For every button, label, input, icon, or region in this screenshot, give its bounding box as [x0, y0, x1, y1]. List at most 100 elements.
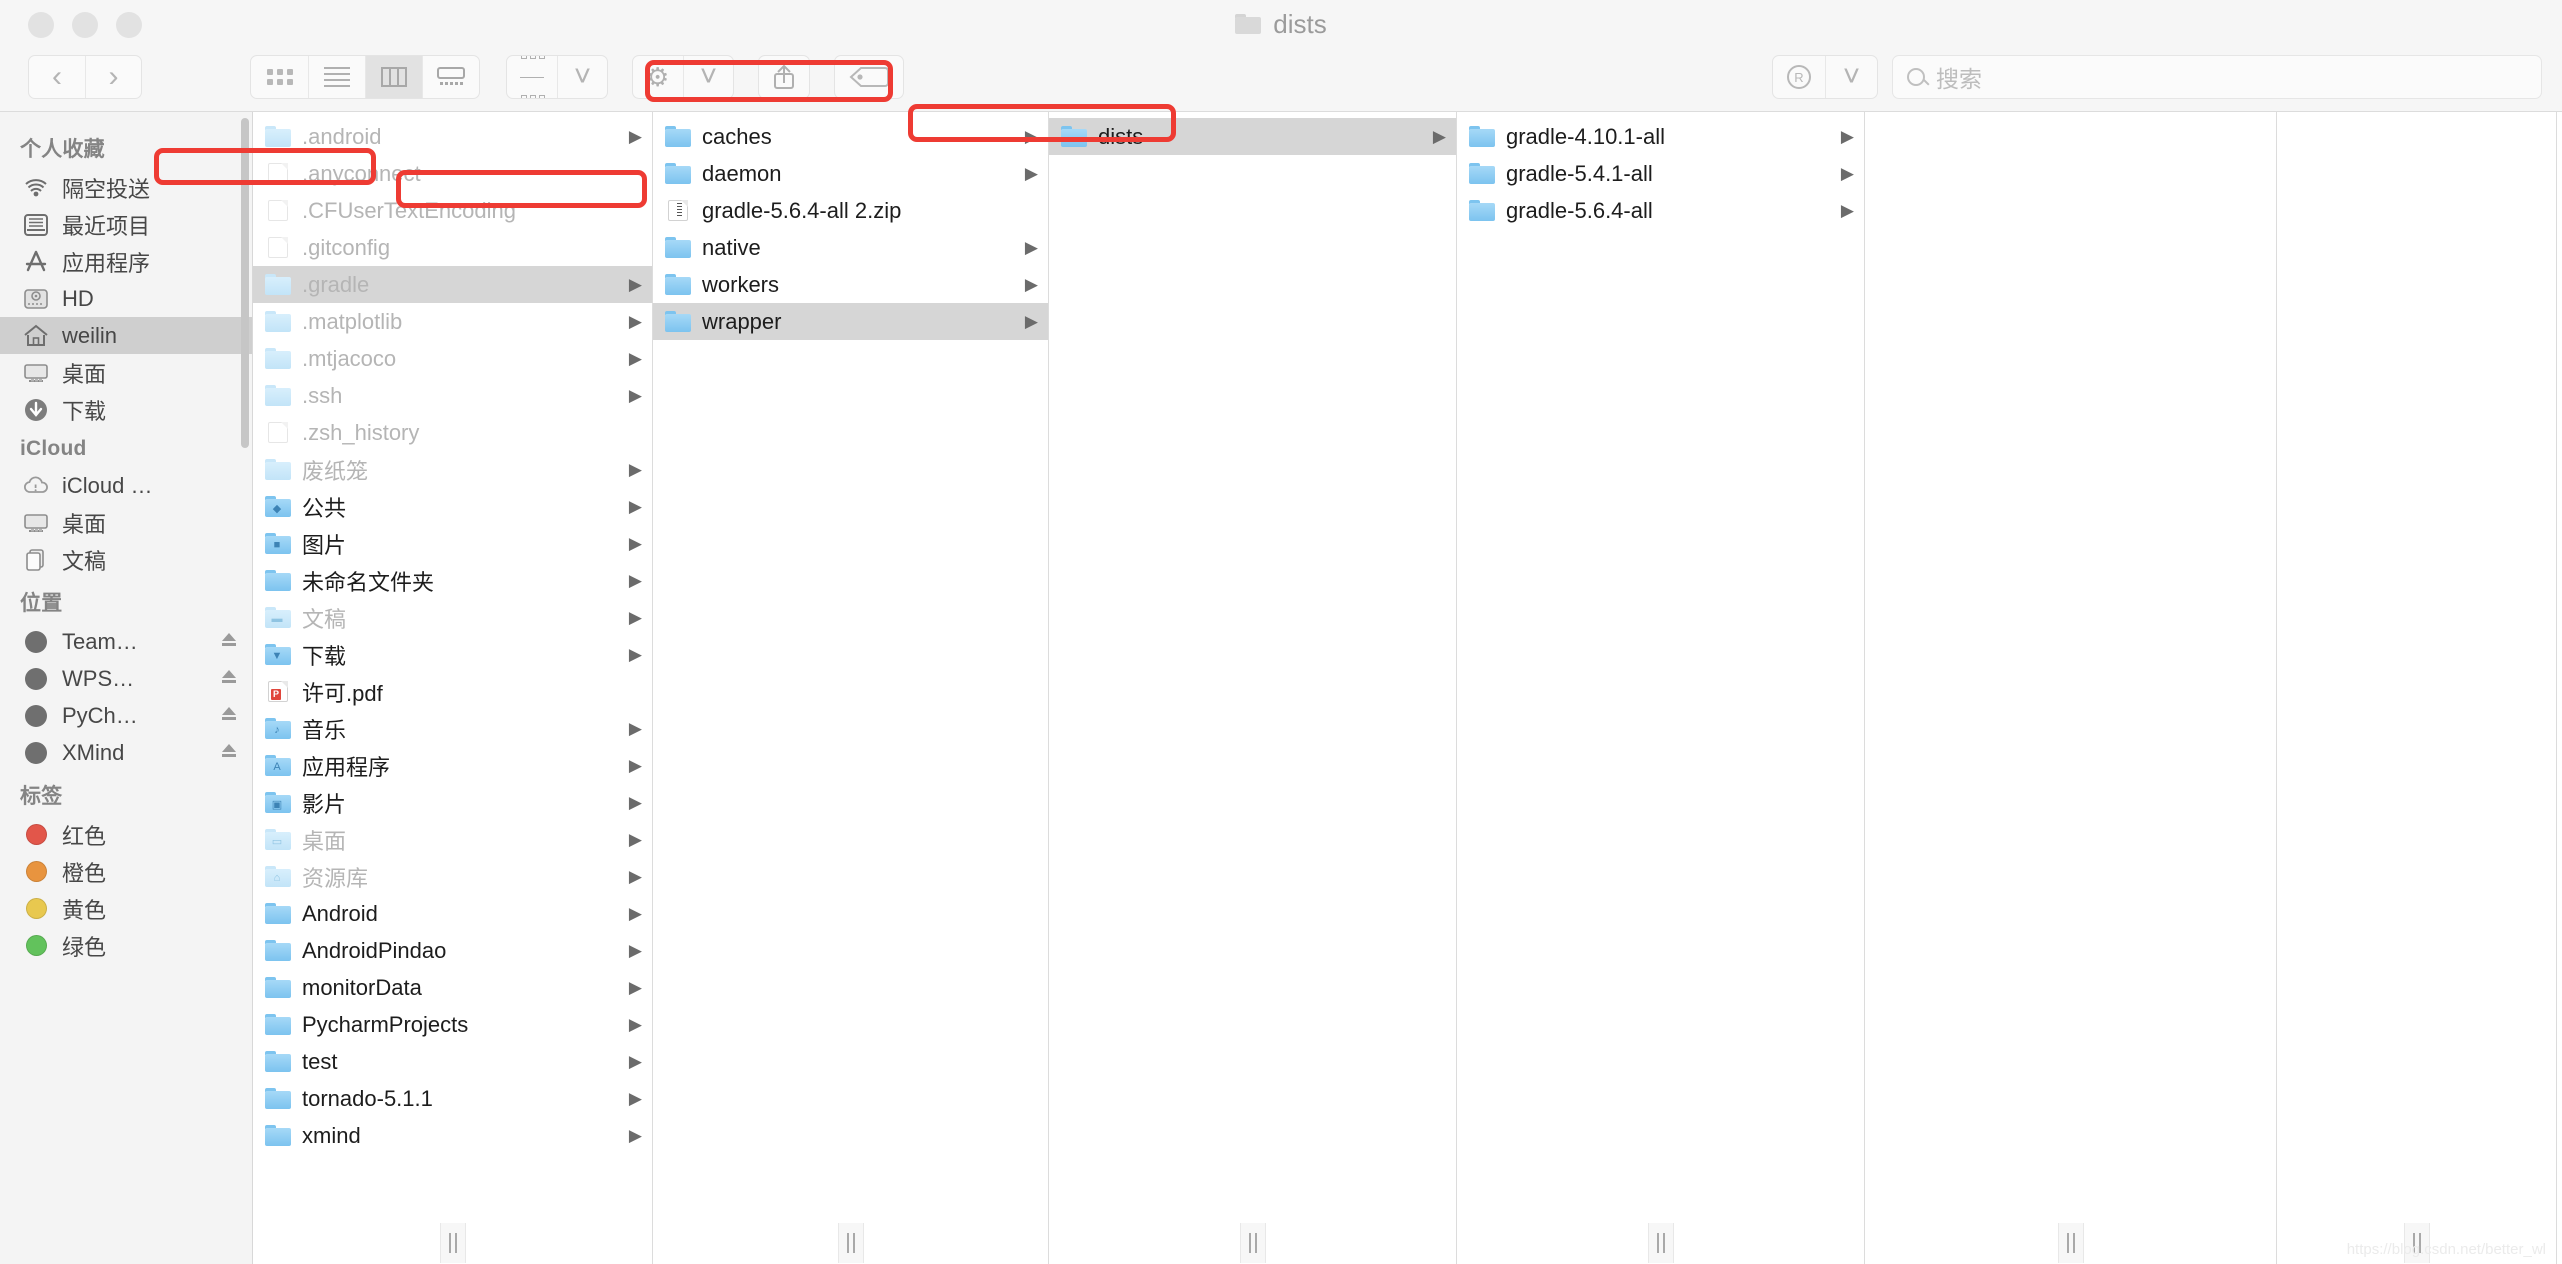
disclosure-triangle-icon[interactable]: ▶: [1025, 165, 1038, 182]
file-row[interactable]: test ▶: [253, 1043, 652, 1080]
sidebar-item-item[interactable]: 文稿: [0, 541, 252, 578]
disclosure-triangle-icon[interactable]: ▶: [1841, 202, 1854, 219]
sidebar-item-item[interactable]: 桌面: [0, 504, 252, 541]
disclosure-triangle-icon[interactable]: ▶: [629, 794, 642, 811]
file-row[interactable]: P 许可.pdf: [253, 673, 652, 710]
disclosure-triangle-icon[interactable]: ▶: [629, 276, 642, 293]
sidebar-item-item[interactable]: 黄色: [0, 890, 252, 927]
disclosure-triangle-icon[interactable]: ▶: [1025, 128, 1038, 145]
file-row[interactable]: wrapper ▶: [653, 303, 1048, 340]
file-row[interactable]: gradle-4.10.1-all ▶: [1457, 118, 1864, 155]
disclosure-triangle-icon[interactable]: ▶: [629, 979, 642, 996]
sidebar-item-item[interactable]: 桌面: [0, 354, 252, 391]
eject-icon[interactable]: [218, 740, 240, 765]
action-dropdown[interactable]: ˅: [683, 56, 733, 98]
file-row[interactable]: .CFUserTextEncoding: [253, 192, 652, 229]
file-row[interactable]: .matplotlib ▶: [253, 303, 652, 340]
action-gear-button[interactable]: ⚙: [633, 56, 683, 98]
file-row[interactable]: 废纸笼 ▶: [253, 451, 652, 488]
file-row[interactable]: ⌂ 资源库 ▶: [253, 858, 652, 895]
sidebar-item-item[interactable]: 橙色: [0, 853, 252, 890]
list-view-button[interactable]: [308, 56, 365, 98]
disclosure-triangle-icon[interactable]: ▶: [1025, 313, 1038, 330]
sidebar-item-item[interactable]: 应用程序: [0, 243, 252, 280]
file-row[interactable]: .anyconnect: [253, 155, 652, 192]
disclosure-triangle-icon[interactable]: ▶: [629, 572, 642, 589]
sidebar-item-hd[interactable]: HD: [0, 280, 252, 317]
arrange-dropdown[interactable]: ˅: [557, 56, 607, 98]
column-resize-handle[interactable]: [253, 1220, 652, 1264]
file-row[interactable]: ♪ 音乐 ▶: [253, 710, 652, 747]
file-row[interactable]: .android ▶: [253, 118, 652, 155]
arrange-by-button[interactable]: [507, 56, 557, 98]
disclosure-triangle-icon[interactable]: ▶: [629, 609, 642, 626]
file-row[interactable]: ◆ 公共 ▶: [253, 488, 652, 525]
share-button[interactable]: [759, 56, 809, 98]
recents-button[interactable]: R: [1773, 56, 1825, 98]
file-row[interactable]: ▬ 文稿 ▶: [253, 599, 652, 636]
sidebar-item-item[interactable]: 红色: [0, 816, 252, 853]
disclosure-triangle-icon[interactable]: ▶: [1025, 239, 1038, 256]
file-row[interactable]: Android ▶: [253, 895, 652, 932]
sidebar-item-team[interactable]: Team…: [0, 623, 252, 660]
disclosure-triangle-icon[interactable]: ▶: [1841, 165, 1854, 182]
column-view-button[interactable]: [365, 56, 422, 98]
column-resize-handle[interactable]: [1457, 1220, 1864, 1264]
disclosure-triangle-icon[interactable]: ▶: [1025, 276, 1038, 293]
file-row[interactable]: tornado-5.1.1 ▶: [253, 1080, 652, 1117]
disclosure-triangle-icon[interactable]: ▶: [629, 535, 642, 552]
file-row[interactable]: gradle-5.6.4-all ▶: [1457, 192, 1864, 229]
sidebar-item-weilin[interactable]: weilin: [0, 317, 252, 354]
file-row[interactable]: xmind ▶: [253, 1117, 652, 1154]
disclosure-triangle-icon[interactable]: ▶: [629, 757, 642, 774]
file-row[interactable]: gradle-5.6.4-all 2.zip: [653, 192, 1048, 229]
back-button[interactable]: ‹: [29, 56, 85, 98]
gallery-view-button[interactable]: [422, 56, 479, 98]
file-row[interactable]: PycharmProjects ▶: [253, 1006, 652, 1043]
file-row[interactable]: .zsh_history: [253, 414, 652, 451]
file-row[interactable]: ▭ 桌面 ▶: [253, 821, 652, 858]
disclosure-triangle-icon[interactable]: ▶: [629, 1053, 642, 1070]
disclosure-triangle-icon[interactable]: ▶: [629, 1090, 642, 1107]
file-row[interactable]: .ssh ▶: [253, 377, 652, 414]
file-row[interactable]: monitorData ▶: [253, 969, 652, 1006]
column-resize-handle[interactable]: [1865, 1220, 2276, 1264]
file-row[interactable]: workers ▶: [653, 266, 1048, 303]
file-row[interactable]: .mtjacoco ▶: [253, 340, 652, 377]
sidebar-item-item[interactable]: 最近项目: [0, 206, 252, 243]
file-row[interactable]: ▣ 影片 ▶: [253, 784, 652, 821]
icon-view-button[interactable]: [251, 56, 308, 98]
file-row[interactable]: caches ▶: [653, 118, 1048, 155]
column-resize-handle[interactable]: [653, 1220, 1048, 1264]
sidebar-item-xmind[interactable]: XMind: [0, 734, 252, 771]
file-row[interactable]: ▼ 下载 ▶: [253, 636, 652, 673]
sidebar-item-pych[interactable]: PyCh…: [0, 697, 252, 734]
eject-icon[interactable]: [218, 703, 240, 728]
file-row[interactable]: native ▶: [653, 229, 1048, 266]
disclosure-triangle-icon[interactable]: ▶: [629, 1127, 642, 1144]
file-row[interactable]: .gradle ▶: [253, 266, 652, 303]
disclosure-triangle-icon[interactable]: ▶: [629, 720, 642, 737]
file-row[interactable]: 未命名文件夹 ▶: [253, 562, 652, 599]
eject-icon[interactable]: [218, 629, 240, 654]
disclosure-triangle-icon[interactable]: ▶: [629, 831, 642, 848]
disclosure-triangle-icon[interactable]: ▶: [629, 1016, 642, 1033]
sidebar-item-icloud[interactable]: iCloud …: [0, 467, 252, 504]
sidebar-item-wps[interactable]: WPS…: [0, 660, 252, 697]
disclosure-triangle-icon[interactable]: ▶: [1433, 128, 1446, 145]
recents-dropdown[interactable]: ˅: [1825, 56, 1877, 98]
column-resize-handle[interactable]: [1049, 1220, 1456, 1264]
search-input[interactable]: 搜索: [1892, 55, 2542, 99]
sidebar-item-item[interactable]: 隔空投送: [0, 169, 252, 206]
disclosure-triangle-icon[interactable]: ▶: [629, 350, 642, 367]
file-row[interactable]: .gitconfig: [253, 229, 652, 266]
file-row[interactable]: dists ▶: [1049, 118, 1456, 155]
disclosure-triangle-icon[interactable]: ▶: [629, 128, 642, 145]
file-row[interactable]: gradle-5.4.1-all ▶: [1457, 155, 1864, 192]
sidebar-item-item[interactable]: 绿色: [0, 927, 252, 964]
file-row[interactable]: A 应用程序 ▶: [253, 747, 652, 784]
file-row[interactable]: ■ 图片 ▶: [253, 525, 652, 562]
sidebar-scrollbar[interactable]: [241, 118, 249, 448]
disclosure-triangle-icon[interactable]: ▶: [629, 905, 642, 922]
tag-button[interactable]: [835, 56, 903, 98]
